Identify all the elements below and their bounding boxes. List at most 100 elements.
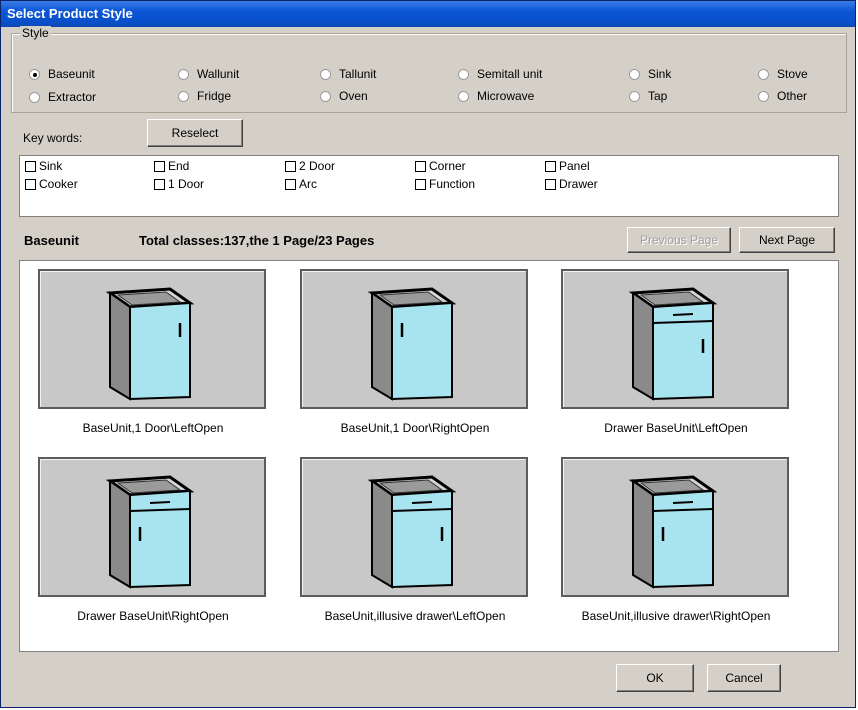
- radio-fridge[interactable]: Fridge: [178, 89, 231, 103]
- keyword-checkbox-2-door[interactable]: 2 Door: [285, 159, 335, 173]
- radio-baseunit[interactable]: Baseunit: [29, 67, 95, 81]
- checkbox-box: [285, 178, 296, 190]
- checkbox-label: 1 Door: [168, 177, 205, 191]
- checkbox-label: Arc: [299, 177, 317, 191]
- product-item[interactable]: Drawer BaseUnit\LeftOpen: [561, 269, 791, 435]
- radio-other[interactable]: Other: [758, 89, 807, 103]
- radio-indicator: [629, 90, 640, 102]
- cabinet-image: [105, 287, 195, 401]
- product-item[interactable]: BaseUnit,illusive drawer\RightOpen: [561, 457, 791, 623]
- keyword-checkbox-panel[interactable]: Panel: [545, 159, 590, 173]
- cabinet-image: [105, 475, 195, 589]
- product-thumbnail[interactable]: [561, 269, 789, 409]
- radio-microwave[interactable]: Microwave: [458, 89, 534, 103]
- radio-semitall-unit[interactable]: Semitall unit: [458, 67, 542, 81]
- checkbox-label: Panel: [559, 159, 590, 173]
- checkbox-label: Corner: [429, 159, 466, 173]
- reselect-button[interactable]: Reselect: [147, 119, 243, 147]
- checkbox-box: [25, 178, 36, 190]
- radio-label: Semitall unit: [477, 67, 543, 81]
- checkbox-box: [154, 178, 165, 190]
- checkbox-label: End: [168, 159, 190, 173]
- radio-label: Oven: [339, 89, 368, 103]
- radio-sink[interactable]: Sink: [629, 67, 671, 81]
- title-bar[interactable]: Select Product Style: [1, 1, 855, 27]
- radio-indicator: [178, 90, 189, 102]
- radio-indicator: [320, 90, 331, 102]
- checkbox-box: [415, 178, 426, 190]
- keyword-checkbox-drawer[interactable]: Drawer: [545, 177, 598, 191]
- ok-button[interactable]: OK: [616, 664, 694, 692]
- radio-tallunit[interactable]: Tallunit: [320, 67, 376, 81]
- dialog-window: Select Product Style Style Baseunit Wall…: [0, 0, 856, 708]
- next-page-button[interactable]: Next Page: [739, 227, 835, 253]
- checkbox-box: [154, 160, 165, 172]
- page-summary-label: Total classes:137,the 1 Page/23 Pages: [139, 233, 375, 248]
- product-thumbnail[interactable]: [300, 269, 528, 409]
- product-thumbnail[interactable]: [300, 457, 528, 597]
- product-caption: BaseUnit,1 Door\RightOpen: [340, 421, 490, 435]
- radio-tap[interactable]: Tap: [629, 89, 667, 103]
- radio-stove[interactable]: Stove: [758, 67, 808, 81]
- radio-extractor[interactable]: Extractor: [29, 90, 96, 104]
- keywords-label: Key words:: [23, 131, 83, 145]
- radio-label: Tallunit: [339, 67, 377, 81]
- product-caption: Drawer BaseUnit\LeftOpen: [604, 421, 748, 435]
- checkbox-label: Cooker: [39, 177, 78, 191]
- style-group-label: Style: [20, 26, 51, 40]
- radio-label: Microwave: [477, 89, 535, 103]
- checkbox-label: 2 Door: [299, 159, 336, 173]
- product-caption: BaseUnit,1 Door\LeftOpen: [82, 421, 224, 435]
- radio-wallunit[interactable]: Wallunit: [178, 67, 239, 81]
- radio-indicator: [178, 68, 189, 80]
- cancel-button[interactable]: Cancel: [707, 664, 781, 692]
- checkbox-box: [545, 160, 556, 172]
- checkbox-label: Drawer: [559, 177, 598, 191]
- style-groupbox: Style: [11, 26, 847, 113]
- radio-label: Baseunit: [48, 67, 95, 81]
- keyword-checkbox-1-door[interactable]: 1 Door: [154, 177, 204, 191]
- checkbox-label: Sink: [39, 159, 63, 173]
- keyword-checkbox-sink[interactable]: Sink: [25, 159, 62, 173]
- keyword-checkbox-function[interactable]: Function: [415, 177, 475, 191]
- keyword-checkbox-end[interactable]: End: [154, 159, 189, 173]
- previous-page-button[interactable]: Previous Page: [627, 227, 731, 253]
- current-category-label: Baseunit: [24, 233, 79, 248]
- product-item[interactable]: BaseUnit,1 Door\RightOpen: [300, 269, 530, 435]
- product-caption: Drawer BaseUnit\RightOpen: [77, 609, 229, 623]
- checkbox-box: [285, 160, 296, 172]
- keyword-checkbox-cooker[interactable]: Cooker: [25, 177, 78, 191]
- radio-label: Sink: [648, 67, 672, 81]
- cabinet-image: [367, 287, 457, 401]
- radio-label: Stove: [777, 67, 808, 81]
- checkbox-label: Function: [429, 177, 476, 191]
- radio-label: Tap: [648, 89, 668, 103]
- keyword-checkbox-corner[interactable]: Corner: [415, 159, 466, 173]
- product-item[interactable]: BaseUnit,illusive drawer\LeftOpen: [300, 457, 530, 623]
- radio-label: Extractor: [48, 90, 97, 104]
- cabinet-image: [367, 475, 457, 589]
- radio-indicator: [458, 68, 469, 80]
- radio-label: Wallunit: [197, 67, 240, 81]
- radio-oven[interactable]: Oven: [320, 89, 368, 103]
- product-item[interactable]: BaseUnit,1 Door\LeftOpen: [38, 269, 268, 435]
- checkbox-box: [545, 178, 556, 190]
- radio-indicator: [458, 90, 469, 102]
- radio-indicator: [629, 68, 640, 80]
- checkbox-box: [25, 160, 36, 172]
- radio-indicator: [29, 91, 40, 103]
- product-item[interactable]: Drawer BaseUnit\RightOpen: [38, 457, 268, 623]
- keyword-checkbox-arc[interactable]: Arc: [285, 177, 317, 191]
- product-caption: BaseUnit,illusive drawer\LeftOpen: [324, 609, 506, 623]
- product-thumbnail[interactable]: [38, 457, 266, 597]
- radio-label: Other: [777, 89, 808, 103]
- keywords-list: Sink End 2 Door Corner Panel Cooker 1 Do…: [19, 155, 839, 217]
- checkbox-box: [415, 160, 426, 172]
- product-gallery: BaseUnit,1 Door\LeftOpen BaseUnit,1 Door…: [19, 260, 839, 652]
- radio-label: Fridge: [197, 89, 232, 103]
- cabinet-image: [628, 475, 718, 589]
- cabinet-image: [628, 287, 718, 401]
- product-thumbnail[interactable]: [561, 457, 789, 597]
- product-thumbnail[interactable]: [38, 269, 266, 409]
- product-caption: BaseUnit,illusive drawer\RightOpen: [581, 609, 771, 623]
